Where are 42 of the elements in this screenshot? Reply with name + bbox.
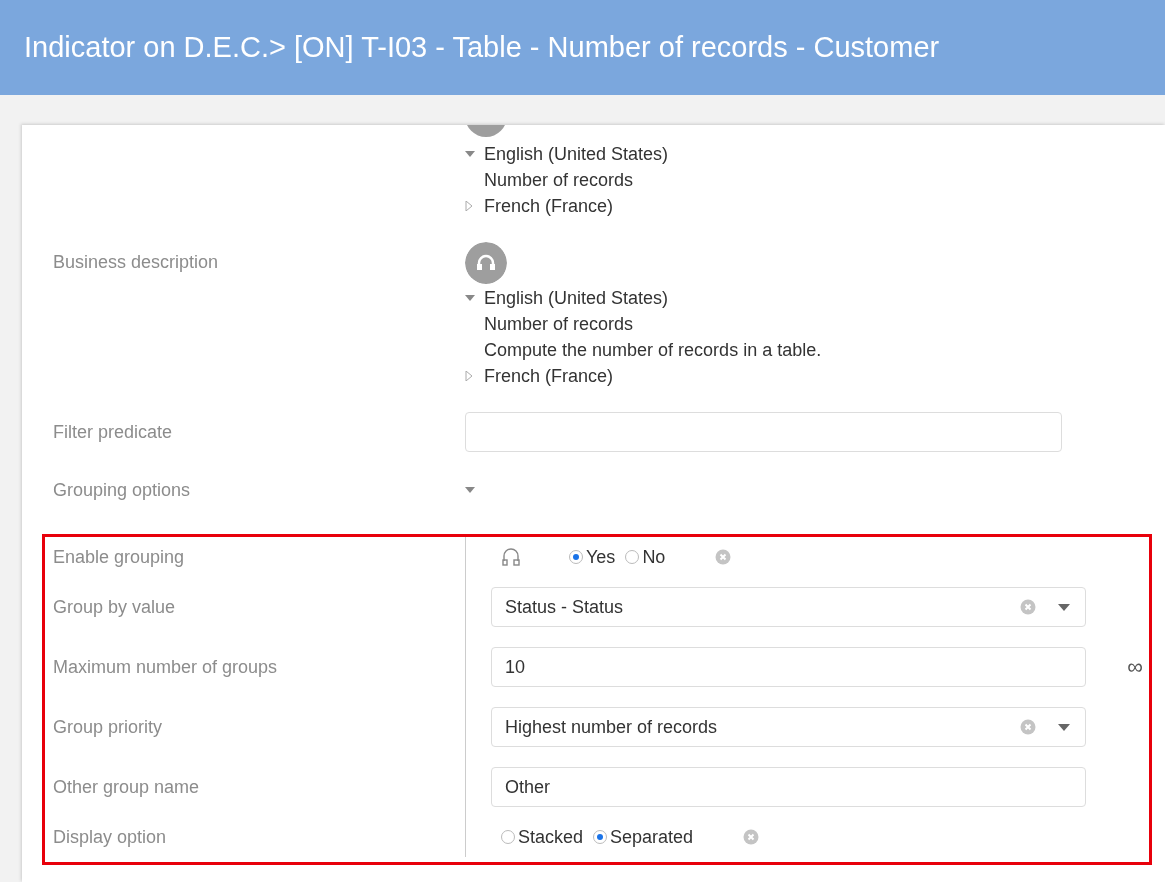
caret-down-icon[interactable] <box>465 486 475 494</box>
radio-label: No <box>642 546 666 568</box>
clear-icon[interactable] <box>715 549 732 565</box>
infinity-symbol[interactable]: ∞ <box>1127 654 1143 680</box>
text-field[interactable]: 10 <box>491 647 1086 687</box>
caret-right-icon[interactable] <box>465 371 473 381</box>
window-title: Indicator on D.E.C.> [ON] T-I03 - Table - Number of records - Customer <box>24 31 940 64</box>
language-name: English (United States) <box>484 287 669 309</box>
field-label: Display option <box>53 826 167 848</box>
clear-icon[interactable] <box>1020 719 1036 735</box>
language-name: English (United States) <box>484 143 669 165</box>
clear-icon[interactable] <box>743 829 760 845</box>
filter-predicate-field[interactable] <box>465 412 1062 452</box>
radio-button[interactable] <box>569 550 583 564</box>
localized-text: Number of records <box>483 313 635 336</box>
radio-button[interactable] <box>501 830 515 844</box>
radio-button[interactable] <box>593 830 608 844</box>
caret-right-icon[interactable] <box>465 201 473 211</box>
field-label: Filter predicate <box>53 421 173 443</box>
radio-label: Separated <box>610 826 694 848</box>
localized-text: Number of records <box>483 169 635 192</box>
field-label: Business description <box>53 252 219 273</box>
caret-down-icon[interactable] <box>465 294 475 302</box>
radio-label: Yes <box>586 546 616 568</box>
language-name: French (France) <box>484 195 614 217</box>
field-label: Group priority <box>53 716 163 738</box>
field-label: Grouping options <box>53 479 191 501</box>
radio-label: Stacked <box>518 826 584 848</box>
text-field[interactable]: Other <box>491 767 1086 807</box>
caret-down-icon[interactable] <box>1058 603 1070 611</box>
clear-icon[interactable] <box>1020 599 1036 615</box>
radio-button[interactable] <box>625 550 640 564</box>
dropdown-field[interactable]: Status - Status <box>491 587 1086 627</box>
caret-down-icon[interactable] <box>1058 723 1070 731</box>
field-label: Maximum number of groups <box>53 656 278 678</box>
field-label: Enable grouping <box>53 546 185 568</box>
field-label: Group by value <box>53 596 176 618</box>
language-name: French (France) <box>484 365 614 387</box>
localized-text: Compute the number of records in a table. <box>483 339 823 362</box>
dropdown-field[interactable]: Highest number of records <box>491 707 1086 747</box>
field-label: Other group name <box>53 776 200 798</box>
caret-down-icon[interactable] <box>465 150 475 158</box>
